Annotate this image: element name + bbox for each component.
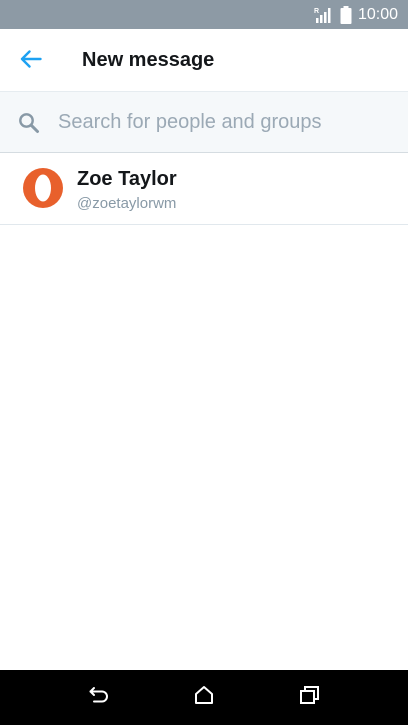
back-icon <box>88 685 110 710</box>
home-icon <box>193 685 215 710</box>
recents-icon <box>298 685 320 710</box>
nav-home-button[interactable] <box>188 682 220 712</box>
page-title: New message <box>82 49 215 71</box>
back-button[interactable] <box>14 46 48 76</box>
contact-name: Zoe Taylor <box>77 168 177 190</box>
signal-icon: R <box>314 6 334 24</box>
search-icon <box>18 112 40 134</box>
header: New message <box>0 29 408 91</box>
search-input[interactable] <box>58 102 388 142</box>
avatar <box>22 167 64 209</box>
navigation-bar <box>0 670 408 725</box>
status-bar: R 10:00 <box>0 0 408 29</box>
nav-back-button[interactable] <box>83 682 115 712</box>
contact-item-zoe-taylor[interactable]: Zoe Taylor @zoetaylorwm <box>0 153 408 225</box>
contact-handle: @zoetaylorwm <box>77 195 177 212</box>
new-message-screen: R 10:00 New message Search for people an… <box>0 0 408 725</box>
arrow-left-icon <box>20 49 42 73</box>
battery-icon <box>340 5 352 24</box>
svg-text:R: R <box>314 8 319 15</box>
nav-recents-button[interactable] <box>293 682 325 712</box>
status-indicators: R 10:00 <box>314 0 398 29</box>
status-time: 10:00 <box>357 6 398 23</box>
opera-logo-icon <box>22 167 64 209</box>
contact-list: Zoe Taylor @zoetaylorwm <box>0 153 408 225</box>
search-bar <box>0 91 408 153</box>
